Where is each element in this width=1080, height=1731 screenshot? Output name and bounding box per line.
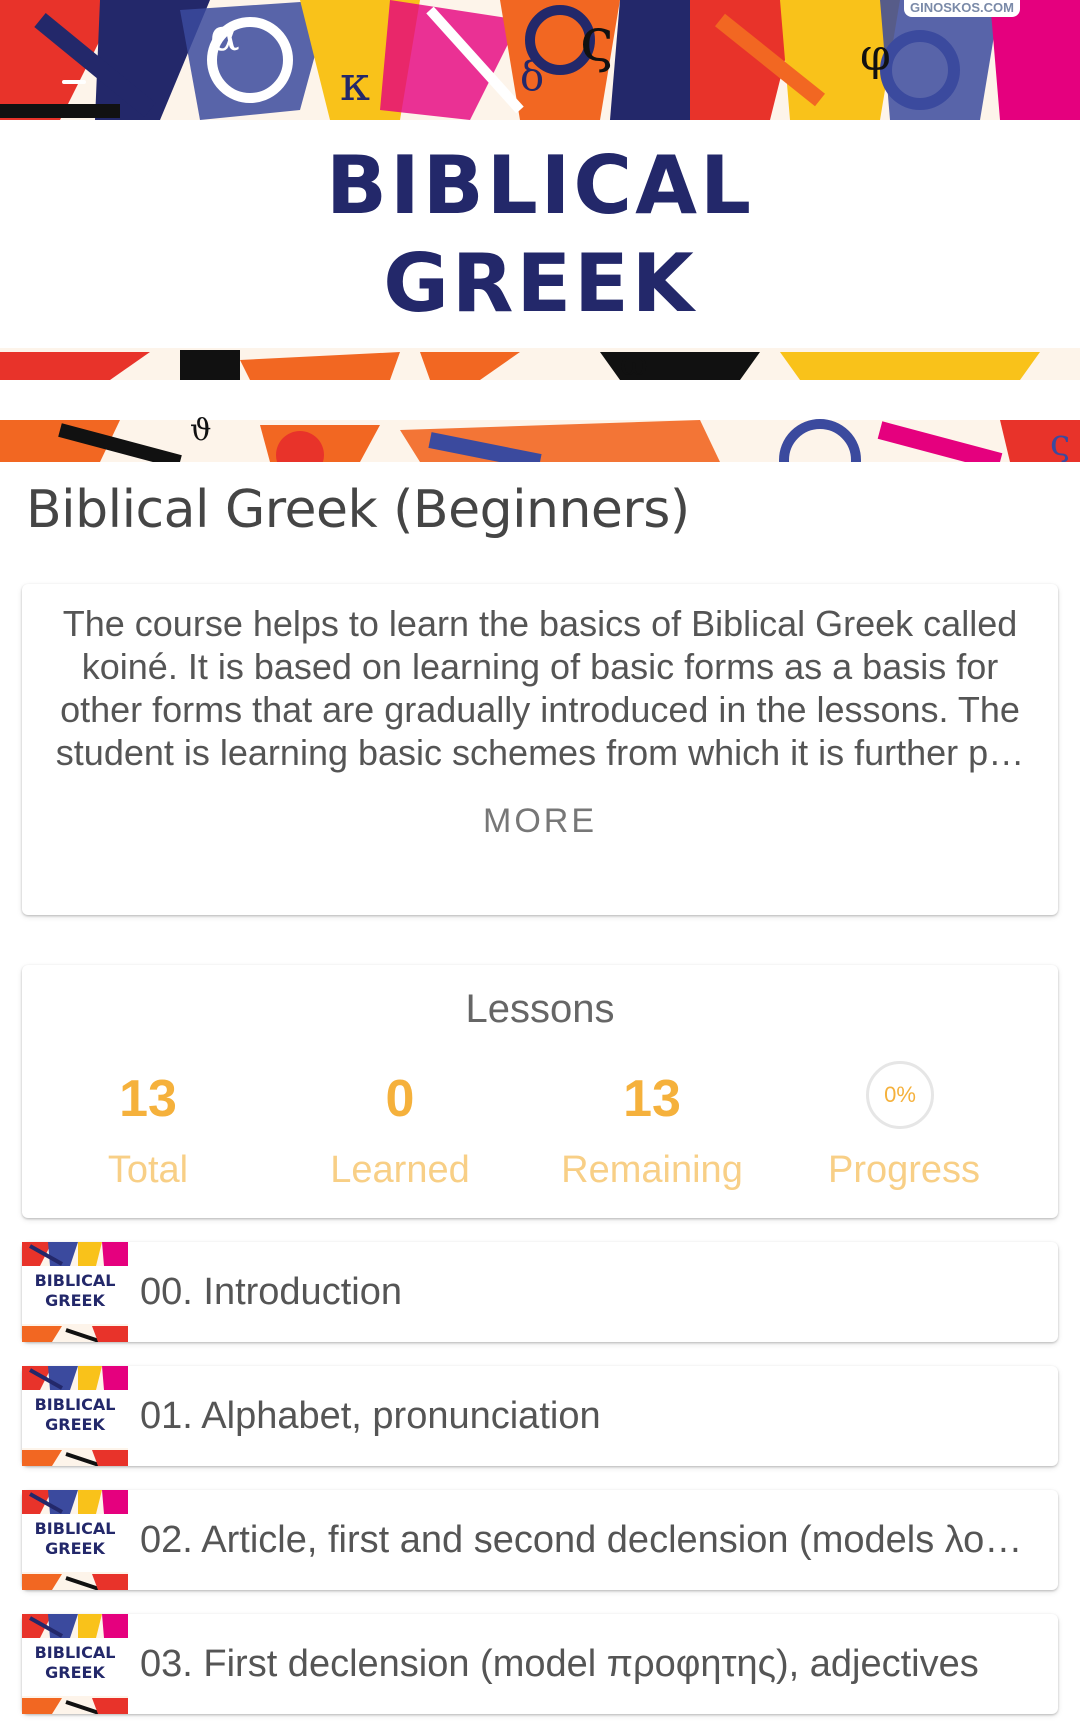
lesson-item[interactable]: BIBLICAL GREEK 00. Introduction	[22, 1242, 1058, 1342]
thumbnail-word-2: GREEK	[45, 1663, 105, 1682]
stat-learned-label: Learned	[330, 1149, 470, 1191]
stat-remaining-value: 13	[623, 1070, 681, 1128]
lesson-title: 00. Introduction	[140, 1271, 402, 1313]
lesson-item[interactable]: BIBLICAL GREEK 02. Article, first and se…	[22, 1490, 1058, 1590]
description-card: The course helps to learn the basics of …	[22, 584, 1058, 915]
thumbnail-word-1: BIBLICAL	[34, 1395, 116, 1414]
stat-progress-label: Progress	[827, 1149, 981, 1191]
stat-progress: 0% Progress	[778, 965, 1030, 1218]
site-watermark: GINOSKOS.COM	[903, 0, 1020, 17]
lesson-item[interactable]: BIBLICAL GREEK 03. First declension (mod…	[22, 1614, 1058, 1714]
course-description: The course helps to learn the basics of …	[55, 603, 1025, 773]
lesson-title: 03. First declension (model προφητης), a…	[140, 1643, 979, 1685]
svg-text:φ: φ	[860, 30, 891, 81]
progress-ring: 0%	[866, 1061, 934, 1129]
thumbnail-word-2: GREEK	[45, 1291, 105, 1310]
lesson-thumbnail: BIBLICAL GREEK	[22, 1614, 128, 1714]
progress-percent: 0%	[884, 1082, 916, 1107]
svg-text:δ: δ	[520, 54, 544, 100]
lesson-title: 02. Article, first and second declension…	[140, 1519, 1034, 1561]
banner-title-line1: BIBLICAL	[325, 139, 755, 232]
lesson-thumbnail: BIBLICAL GREEK	[22, 1242, 128, 1342]
svg-text:ς: ς	[580, 5, 614, 75]
thumbnail-word-2: GREEK	[45, 1539, 105, 1558]
stat-learned-value: 0	[385, 1070, 415, 1128]
svg-text:ω: ω	[620, 344, 648, 384]
lesson-thumbnail: BIBLICAL GREEK	[22, 1366, 128, 1466]
banner-title-line2: GREEK	[383, 237, 697, 330]
stat-total: 13 Total	[22, 965, 274, 1218]
svg-text:ϑ: ϑ	[190, 413, 211, 448]
course-banner: α κ ς φ δ ω ϑ ς BIBLICAL GREEK GINOSKOS.…	[0, 0, 1080, 462]
course-title: Biblical Greek (Beginners)	[26, 480, 690, 540]
lesson-title: 01. Alphabet, pronunciation	[140, 1395, 601, 1437]
lesson-thumbnail: BIBLICAL GREEK	[22, 1490, 128, 1590]
stat-total-value: 13	[119, 1070, 177, 1128]
svg-text:κ: κ	[340, 56, 370, 112]
svg-text:ς: ς	[1050, 423, 1070, 462]
lesson-item[interactable]: BIBLICAL GREEK 01. Alphabet, pronunciati…	[22, 1366, 1058, 1466]
stat-remaining-label: Remaining	[561, 1149, 743, 1191]
stat-learned: 0 Learned	[274, 965, 526, 1218]
stat-remaining: 13 Remaining	[526, 965, 778, 1218]
thumbnail-word-1: BIBLICAL	[34, 1643, 116, 1662]
lessons-summary-card: Lessons 13 Total 0 Learned 13 Remaining …	[22, 965, 1058, 1218]
back-indicator-icon[interactable]	[62, 80, 86, 84]
thumbnail-word-1: BIBLICAL	[34, 1271, 116, 1290]
thumbnail-word-2: GREEK	[45, 1415, 105, 1434]
thumbnail-word-1: BIBLICAL	[34, 1519, 116, 1538]
svg-text:α: α	[210, 10, 240, 61]
more-button[interactable]: MORE	[22, 802, 1058, 841]
stat-total-label: Total	[107, 1149, 189, 1191]
